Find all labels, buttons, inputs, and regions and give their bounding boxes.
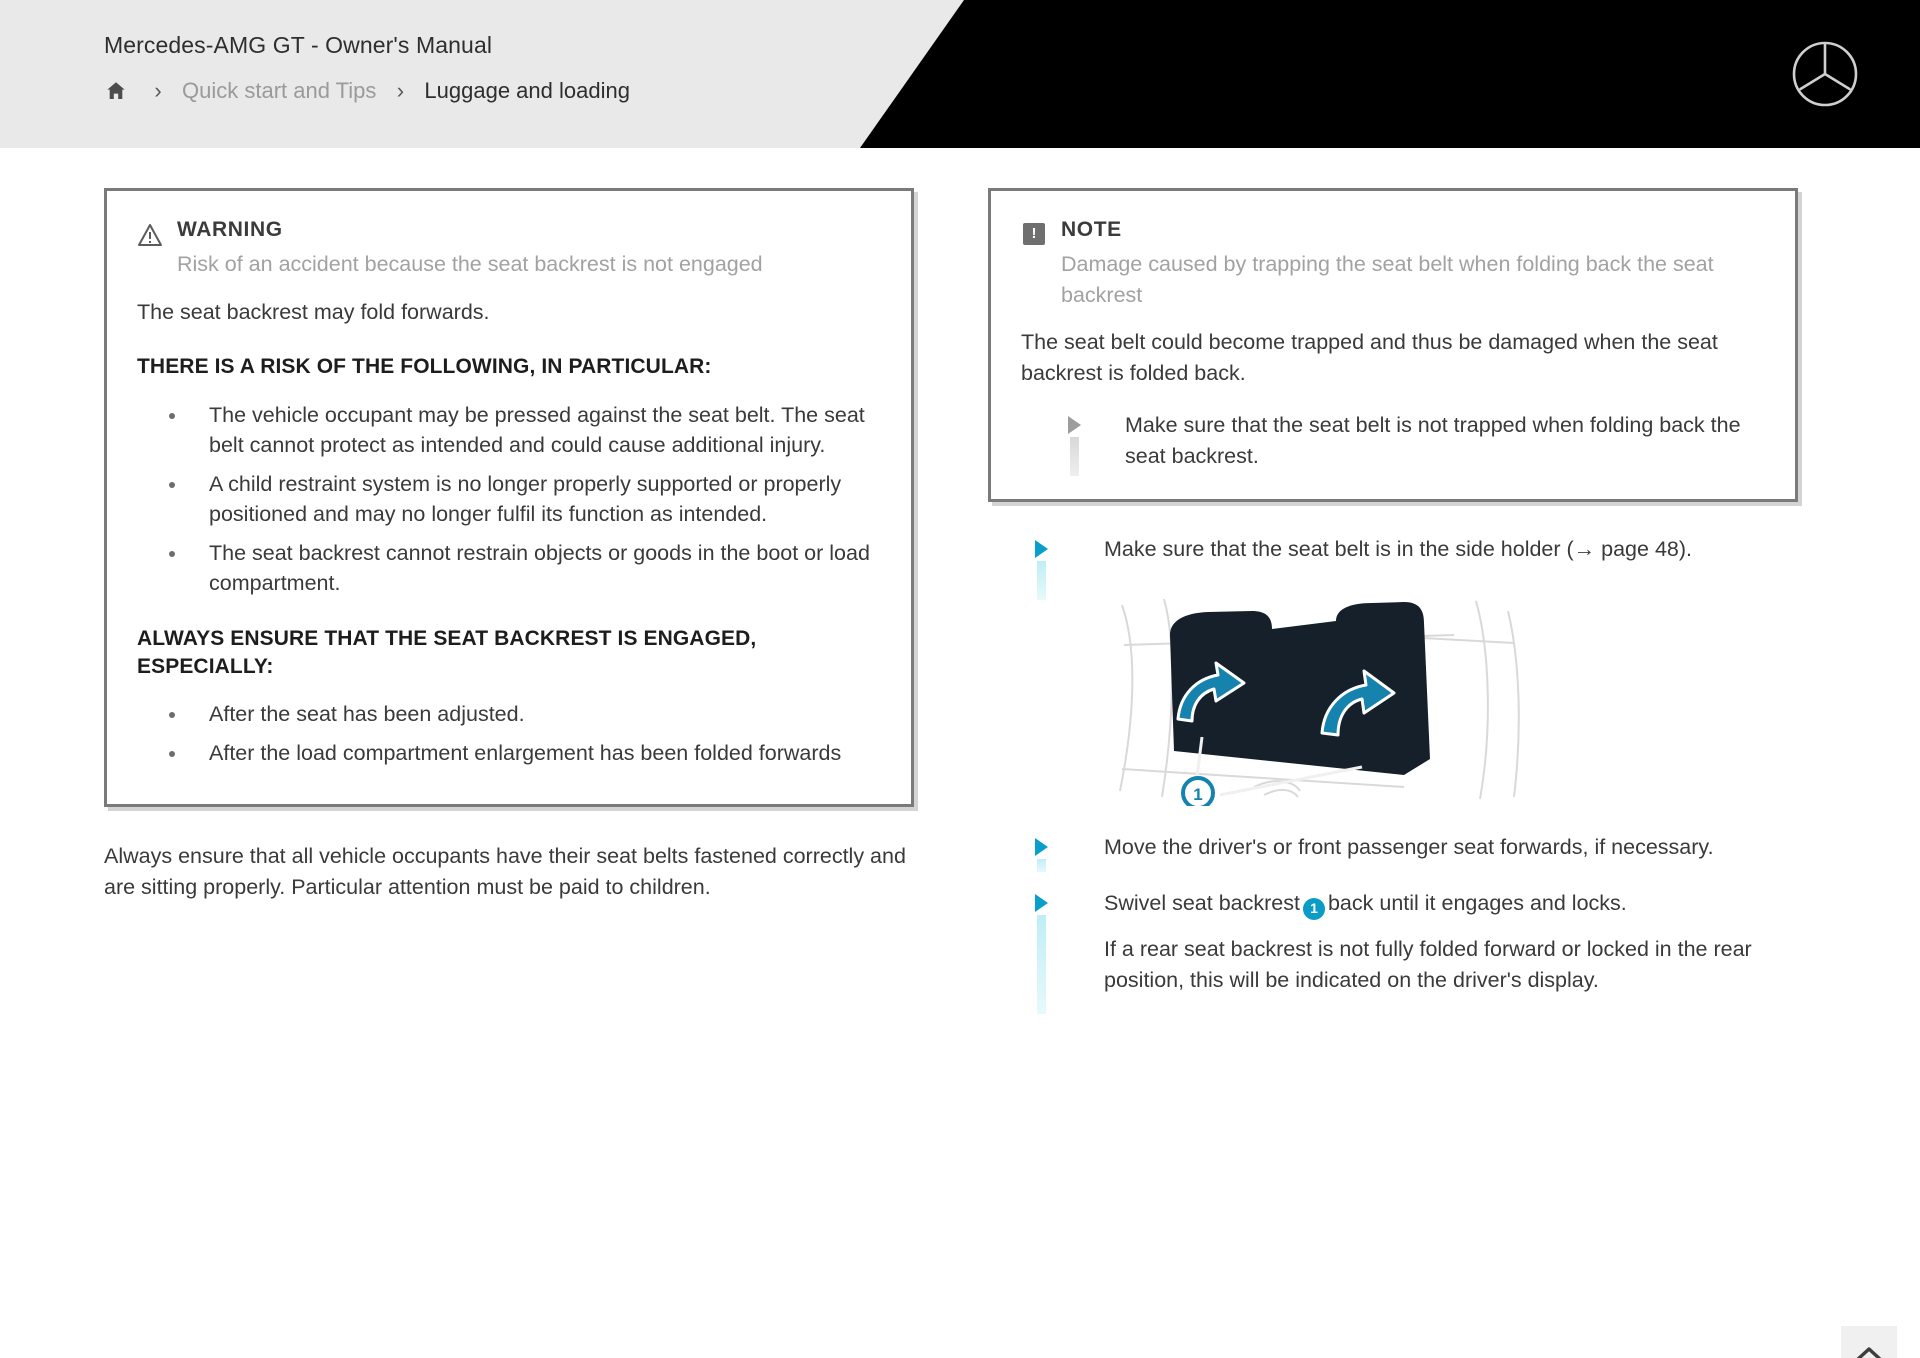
page-header: Mercedes-AMG GT - Owner's Manual › Quick…: [0, 0, 1920, 148]
warning-ensure-list: After the seat has been adjusted. After …: [137, 699, 881, 768]
warning-title: WARNING: [177, 218, 283, 241]
warning-subtitle: Risk of an accident because the seat bac…: [177, 252, 763, 277]
warning-risk-heading: THERE IS A RISK OF THE FOLLOWING, IN PAR…: [137, 355, 712, 379]
action-text: Move the driver's or front passenger sea…: [1104, 834, 1714, 859]
chevron-up-icon: [1856, 1347, 1882, 1358]
warning-triangle-icon: [137, 217, 163, 247]
swivel-text-after: back until it engages and locks.: [1327, 891, 1627, 916]
note-callout-box: ! NOTE Damage caused by trapping the sea…: [988, 188, 1798, 503]
action-triangle-marker: [1030, 534, 1052, 601]
figure-reference-badge: 1: [1302, 898, 1325, 921]
note-header: ! NOTE Damage caused by trapping the sea…: [1021, 217, 1765, 310]
warning-intro-paragraph: The seat backrest may fold forwards.: [137, 299, 490, 324]
right-column: ! NOTE Damage caused by trapping the sea…: [988, 188, 1798, 1015]
breadcrumb: › Quick start and Tips › Luggage and loa…: [104, 77, 630, 105]
scroll-to-top-button[interactable]: [1841, 1326, 1897, 1358]
list-item: A child restraint system is no longer pr…: [137, 469, 881, 530]
warning-risk-list: The vehicle occupant may be pressed agai…: [137, 400, 881, 599]
action-text: Make sure that the seat belt is in the s…: [1104, 537, 1692, 562]
swivel-additional-note: If a rear seat backrest is not fully fol…: [1104, 937, 1752, 992]
action-item-move-seat: Move the driver's or front passenger sea…: [988, 832, 1798, 872]
header-black-panel: [860, 0, 1920, 148]
triangle-icon: [1034, 540, 1048, 559]
swivel-text-before: Swivel seat backrest: [1104, 891, 1300, 916]
breadcrumb-item-quick-start[interactable]: Quick start and Tips: [182, 78, 376, 104]
action-bar: [1069, 437, 1079, 477]
warning-callout-box: WARNING Risk of an accident because the …: [104, 188, 914, 808]
closing-paragraph: Always ensure that all vehicle occupants…: [104, 844, 906, 899]
mercedes-star-logo: [1790, 39, 1860, 109]
breadcrumb-item-luggage-and-loading[interactable]: Luggage and loading: [424, 78, 630, 104]
warning-body: The seat backrest may fold forwards. THE…: [137, 297, 881, 769]
action-triangle-marker: [1063, 410, 1085, 477]
exclamation-note-icon: !: [1021, 217, 1047, 245]
warning-header: WARNING Risk of an accident because the …: [137, 217, 881, 280]
list-item: After the load compartment enlargement h…: [137, 738, 881, 769]
action-triangle-marker: [1030, 832, 1052, 872]
triangle-icon: [1034, 837, 1048, 856]
action-bar: [1036, 858, 1046, 872]
header-text-block: Mercedes-AMG GT - Owner's Manual › Quick…: [104, 32, 630, 105]
list-item: The vehicle occupant may be pressed agai…: [137, 400, 881, 461]
left-column: WARNING Risk of an accident because the …: [104, 188, 914, 902]
triangle-icon: [1034, 894, 1048, 913]
action-triangle-marker: [1030, 888, 1052, 1015]
action-bar: [1036, 561, 1046, 601]
warning-ensure-heading: ALWAYS ENSURE THAT THE SEAT BACKREST IS …: [137, 626, 757, 679]
note-body-paragraph: The seat belt could become trapped and t…: [1021, 330, 1718, 385]
list-item: After the seat has been adjusted.: [137, 699, 881, 730]
breadcrumb-separator-2: ›: [396, 78, 405, 103]
figure-callout-number: 1: [1193, 785, 1202, 804]
breadcrumb-separator-1: ›: [154, 78, 162, 103]
action-bar: [1036, 915, 1046, 1015]
page-title: Mercedes-AMG GT - Owner's Manual: [104, 32, 493, 58]
note-title: NOTE: [1061, 218, 1122, 241]
action-item-swivel-backrest: Swivel seat backrest 1 back until it engag…: [988, 888, 1798, 1015]
page-content: WARNING Risk of an accident because the …: [0, 148, 1920, 1358]
note-action-text: Make sure that the seat belt is not trap…: [1125, 413, 1741, 468]
action-item-side-holder: Make sure that the seat belt is in the s…: [988, 534, 1798, 601]
list-item: The seat backrest cannot restrain object…: [137, 538, 881, 599]
home-icon[interactable]: [104, 77, 134, 105]
note-action-item: Make sure that the seat belt is not trap…: [1021, 410, 1765, 477]
note-body: The seat belt could become trapped and t…: [1021, 327, 1765, 477]
note-subtitle: Damage caused by trapping the seat belt …: [1061, 252, 1714, 307]
seat-backrest-folding-illustration: 1: [1104, 590, 1534, 810]
triangle-icon: [1067, 416, 1081, 435]
